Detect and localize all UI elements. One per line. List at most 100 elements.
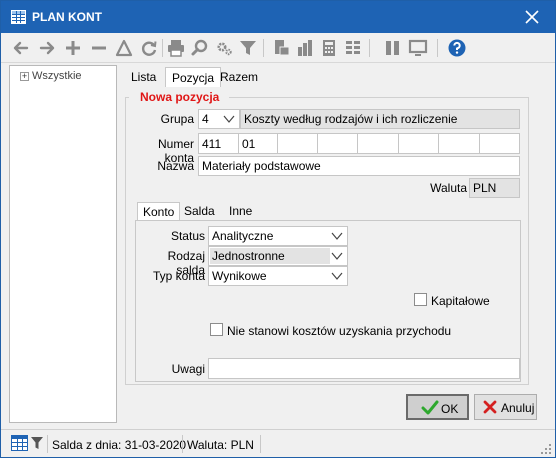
forward-button[interactable] — [37, 38, 57, 58]
grupa-label: Grupa — [160, 112, 194, 126]
kapitalowe-label: Kapitałowe — [431, 294, 490, 308]
saldo-date-text: Salda z dnia: 31-03-2020 — [52, 438, 187, 452]
waluta-label: Waluta — [430, 181, 467, 195]
tree-item-label: Wszystkie — [32, 70, 82, 82]
toolbar-separator — [162, 39, 163, 57]
resize-grip-icon[interactable] — [541, 444, 551, 454]
typ-konta-value: Wynikowe — [212, 269, 267, 283]
grupa-code: 4 — [202, 112, 209, 126]
settings-icon — [217, 42, 232, 56]
status-waluta-text: Waluta: PLN — [187, 438, 254, 452]
numer-segment-4[interactable] — [317, 133, 358, 154]
chart-icon — [298, 40, 312, 56]
grupa-name-field: Koszty według rodzajów i ich rozliczenie — [240, 109, 520, 129]
table-icon[interactable] — [11, 435, 28, 451]
ok-button[interactable]: OK — [406, 394, 469, 420]
typ-konta-label: Typ konta — [152, 269, 205, 283]
tab-inne[interactable]: Inne — [224, 202, 257, 221]
refresh-button[interactable] — [139, 38, 159, 58]
cancel-label: Anuluj — [501, 401, 535, 415]
grupa-combo[interactable]: 4 — [198, 109, 240, 129]
toolbar — [1, 33, 555, 63]
toolbar-separator — [369, 39, 370, 57]
checkmark-icon — [421, 400, 439, 415]
nazwa-field[interactable]: Materiały podstawowe — [198, 156, 520, 176]
chevron-down-icon — [331, 272, 343, 280]
close-icon — [525, 10, 539, 24]
uwagi-field[interactable] — [208, 358, 520, 379]
tree-item-wszystkie[interactable]: + Wszystkie — [20, 70, 82, 82]
tab-pozycja[interactable]: Pozycja — [165, 67, 222, 88]
numer-segment-6[interactable] — [398, 133, 439, 154]
delete-button[interactable] — [89, 38, 109, 58]
columns-icon — [386, 41, 399, 55]
columns-button[interactable] — [383, 38, 403, 58]
add-button[interactable] — [63, 38, 83, 58]
calculator-button[interactable] — [319, 38, 339, 58]
monitor-button[interactable] — [408, 38, 428, 58]
expand-icon[interactable]: + — [20, 72, 29, 81]
filter-icon[interactable] — [31, 436, 43, 450]
cancel-button[interactable]: Anuluj — [474, 394, 537, 420]
kapitalowe-checkbox[interactable] — [414, 293, 427, 306]
numer-segment-5[interactable] — [357, 133, 399, 154]
help-button[interactable] — [447, 38, 467, 58]
arrow-right-icon — [39, 41, 55, 55]
plus-icon — [66, 41, 80, 55]
monitor-icon — [408, 39, 428, 56]
chevron-down-icon — [331, 252, 343, 260]
toolbar-separator — [263, 39, 264, 57]
numer-segment-8[interactable] — [479, 133, 520, 154]
search-icon — [191, 39, 208, 56]
rodzaj-salda-combo[interactable]: Jednostronne — [208, 246, 348, 266]
print-icon — [168, 40, 184, 57]
tab-salda[interactable]: Salda — [179, 202, 220, 221]
ok-label: OK — [441, 402, 459, 416]
chevron-down-icon — [331, 232, 343, 240]
nie-stanowi-kosztow-label: Nie stanowi kosztów uzyskania przychodu — [227, 324, 452, 338]
status-bar: Salda z dnia: 31-03-2020 Waluta: PLN — [1, 429, 555, 457]
account-tree[interactable]: + Wszystkie — [9, 65, 117, 423]
chart-button[interactable] — [295, 38, 315, 58]
plan-kont-window: PLAN KONT + Wszystkie Lista Pozycja Raze… — [0, 0, 556, 458]
search-button[interactable] — [190, 38, 210, 58]
tab-salda-label: Salda — [184, 204, 215, 218]
toolbar-separator — [437, 39, 438, 57]
nie-stanowi-kosztow-checkbox[interactable] — [210, 323, 223, 336]
tab-inne-label: Inne — [229, 204, 253, 218]
numer-segment-7[interactable] — [438, 133, 480, 154]
back-button[interactable] — [11, 38, 31, 58]
settings-button[interactable] — [214, 38, 234, 58]
group-title: Nowa pozycja — [138, 90, 222, 104]
close-button[interactable] — [509, 1, 555, 33]
print-button[interactable] — [166, 38, 186, 58]
minus-icon — [92, 46, 106, 50]
status-divider — [47, 435, 48, 453]
refresh-icon — [141, 41, 157, 56]
tab-lista[interactable]: Lista — [125, 67, 162, 87]
tab-razem[interactable]: Razem — [214, 67, 264, 87]
export-icon — [275, 40, 290, 56]
table-icon — [11, 10, 26, 24]
grid-button[interactable] — [343, 38, 363, 58]
title-bar: PLAN KONT — [1, 1, 555, 33]
status-value: Analityczne — [212, 229, 274, 243]
numer-segment-3[interactable] — [277, 133, 318, 154]
uwagi-label: Uwagi — [171, 362, 205, 376]
typ-konta-combo[interactable]: Wynikowe — [208, 266, 348, 286]
x-icon — [483, 400, 497, 414]
status-combo[interactable]: Analityczne — [208, 226, 348, 246]
status-divider — [182, 435, 183, 453]
filter-button[interactable] — [238, 38, 258, 58]
rodzaj-salda-value: Jednostronne — [212, 249, 285, 263]
group-border — [125, 97, 129, 98]
numer-segment-1[interactable]: 411 — [198, 133, 239, 154]
export-button[interactable] — [271, 38, 291, 58]
window-title: PLAN KONT — [32, 10, 102, 24]
tab-konto[interactable]: Konto — [137, 202, 181, 222]
nazwa-label: Nazwa — [157, 159, 194, 173]
calculator-icon — [323, 40, 335, 56]
triangle-icon — [115, 39, 133, 57]
mark-button[interactable] — [114, 38, 134, 58]
numer-segment-2[interactable]: 01 — [238, 133, 278, 154]
